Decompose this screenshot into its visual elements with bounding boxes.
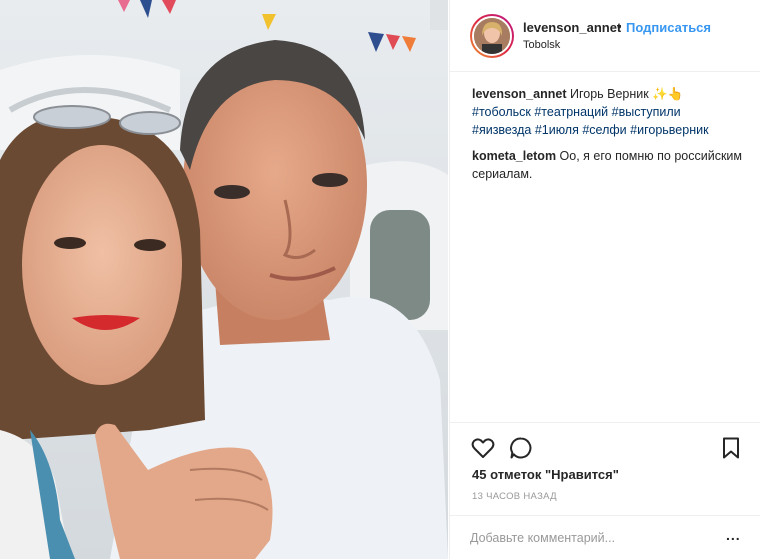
- heart-icon[interactable]: [470, 435, 496, 461]
- post-actions: 45 отметок "Нравится" 13 ЧАСОВ НАЗАД ...: [450, 422, 760, 558]
- post-location[interactable]: Tobolsk: [523, 39, 560, 51]
- list-item: kometa_letom Оо, я его помню по российск…: [472, 147, 747, 183]
- comment-text: Игорь Верник ✨👆: [569, 87, 684, 101]
- hashtag[interactable]: #тобольск: [472, 105, 531, 119]
- post-header: levenson_annet • Подписаться Tobolsk: [450, 0, 760, 72]
- avatar[interactable]: [470, 14, 514, 58]
- more-options-button[interactable]: ...: [726, 527, 741, 543]
- header-separator: •: [617, 19, 622, 34]
- comment-icon[interactable]: [508, 435, 534, 461]
- hashtag[interactable]: #выступили: [612, 105, 681, 119]
- add-comment-bar: ...: [450, 515, 760, 559]
- hashtag[interactable]: #яизвезда: [472, 123, 531, 137]
- post-author-username[interactable]: levenson_annet: [523, 20, 621, 35]
- post-sidebar: levenson_annet • Подписаться Tobolsk lev…: [449, 0, 760, 559]
- post-photo[interactable]: [0, 0, 448, 559]
- comment-username[interactable]: kometa_letom: [472, 149, 556, 163]
- hashtag[interactable]: #1июля: [535, 123, 579, 137]
- hashtag[interactable]: #театрнаций: [534, 105, 608, 119]
- comment-input[interactable]: [470, 528, 710, 548]
- follow-button[interactable]: Подписаться: [626, 20, 711, 35]
- comment-username[interactable]: levenson_annet: [472, 87, 566, 101]
- hashtag[interactable]: #селфи: [582, 123, 626, 137]
- caption-comment: levenson_annet Игорь Верник ✨👆 #тобольск…: [472, 85, 747, 139]
- post-timestamp[interactable]: 13 ЧАСОВ НАЗАД: [472, 491, 557, 502]
- likes-count[interactable]: 45 отметок "Нравится": [472, 467, 619, 482]
- selfie-image: [0, 0, 448, 559]
- bookmark-icon[interactable]: [718, 435, 744, 461]
- avatar-image: [472, 16, 512, 56]
- comments-list: levenson_annet Игорь Верник ✨👆 #тобольск…: [472, 85, 747, 191]
- hashtag[interactable]: #игорьверник: [630, 123, 708, 137]
